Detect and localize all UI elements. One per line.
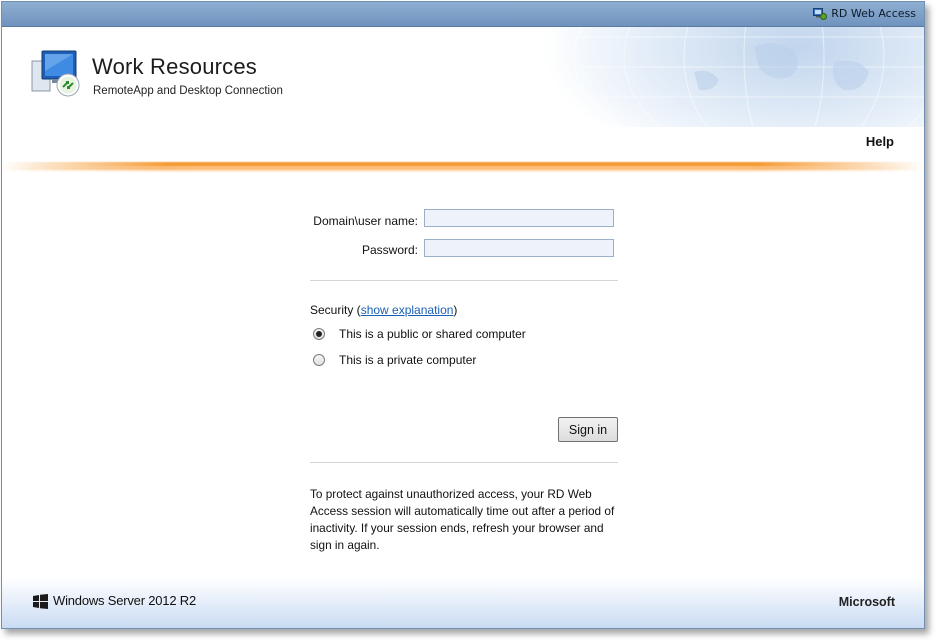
divider — [310, 462, 618, 463]
password-input[interactable] — [424, 239, 614, 257]
public-computer-radio[interactable] — [313, 328, 325, 340]
security-label-suffix: ) — [453, 303, 458, 317]
sign-in-button[interactable]: Sign in — [558, 417, 618, 442]
divider — [310, 280, 618, 281]
private-computer-radio[interactable] — [313, 354, 325, 366]
login-form: Domain\user name: Password: Security (sh… — [2, 2, 924, 628]
windows-logo-icon — [33, 594, 48, 609]
security-label: Security (show explanation) — [310, 303, 457, 317]
product-name: Windows Server 2012 R2 — [53, 593, 196, 608]
public-computer-label: This is a public or shared computer — [339, 327, 526, 341]
username-input[interactable] — [424, 209, 614, 227]
username-label: Domain\user name: — [313, 214, 418, 228]
public-computer-option[interactable]: This is a public or shared computer — [313, 327, 526, 341]
private-computer-label: This is a private computer — [339, 353, 477, 367]
footer: Windows Server 2012 R2 Microsoft — [2, 578, 924, 628]
timeout-notice: To protect against unauthorized access, … — [310, 487, 615, 552]
rd-web-access-window: RD Web Access Work Resources RemoteApp a… — [1, 1, 925, 629]
password-label: Password: — [361, 243, 418, 257]
private-computer-option[interactable]: This is a private computer — [313, 353, 476, 367]
microsoft-logo: Microsoft — [838, 595, 895, 609]
show-explanation-link[interactable]: show explanation — [361, 303, 454, 317]
security-label-prefix: Security ( — [310, 303, 361, 317]
